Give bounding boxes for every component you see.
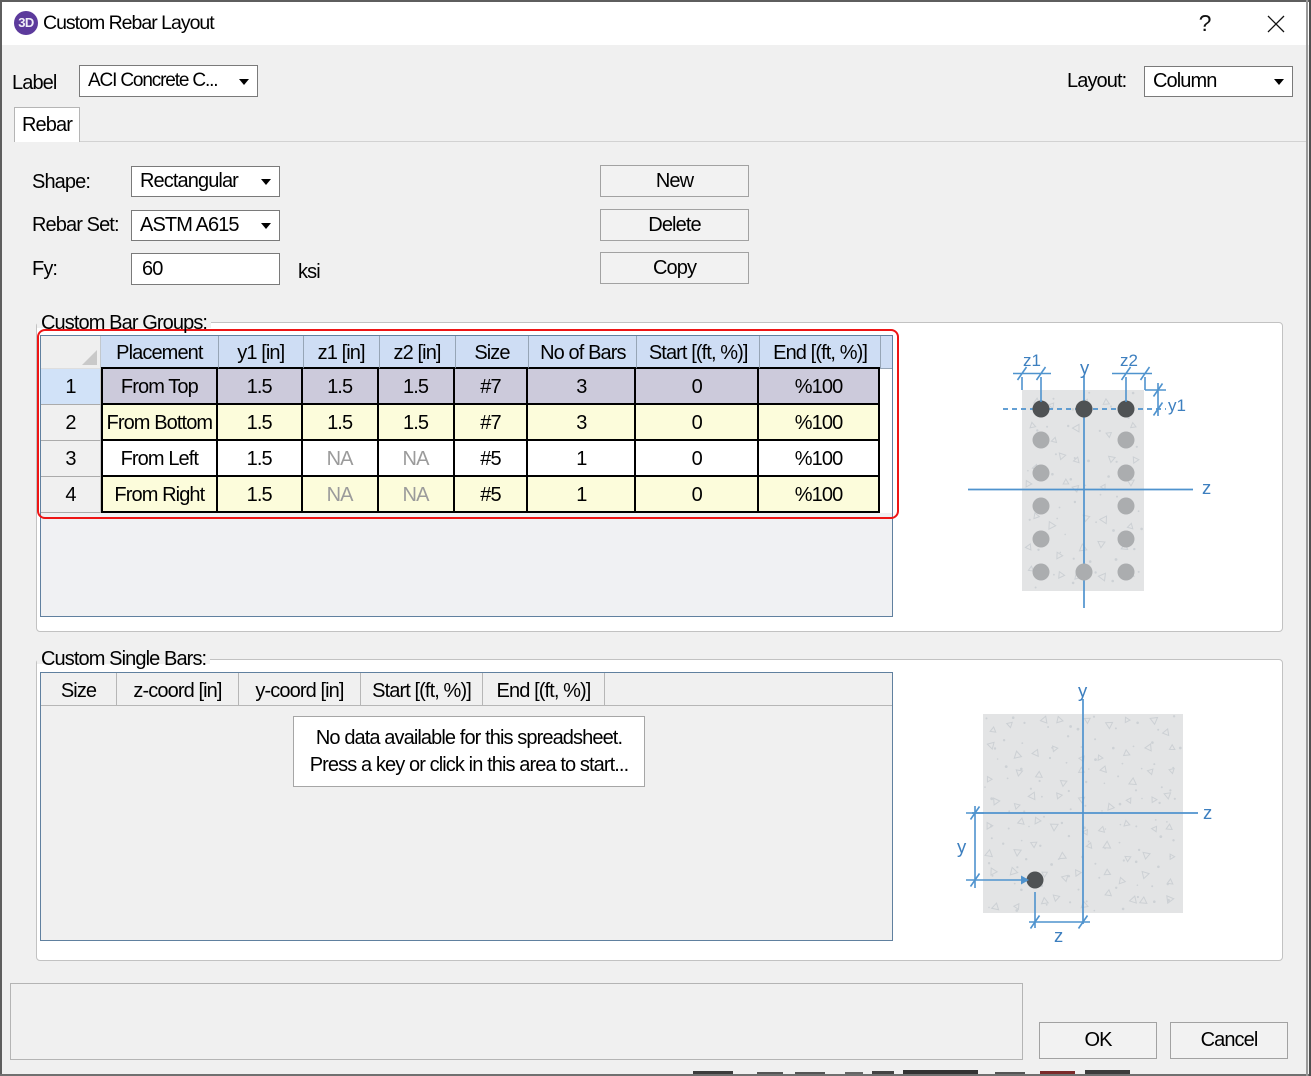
svg-text:z2: z2 <box>1120 351 1138 370</box>
svg-text:y: y <box>1078 680 1088 701</box>
svg-text:z: z <box>1202 477 1211 498</box>
svg-text:z: z <box>1054 925 1063 946</box>
svg-text:y1: y1 <box>1168 396 1186 415</box>
svg-text:y: y <box>957 836 967 857</box>
svg-text:z: z <box>1203 802 1212 823</box>
svg-text:y: y <box>1080 357 1090 378</box>
svg-text:z1: z1 <box>1023 351 1041 370</box>
